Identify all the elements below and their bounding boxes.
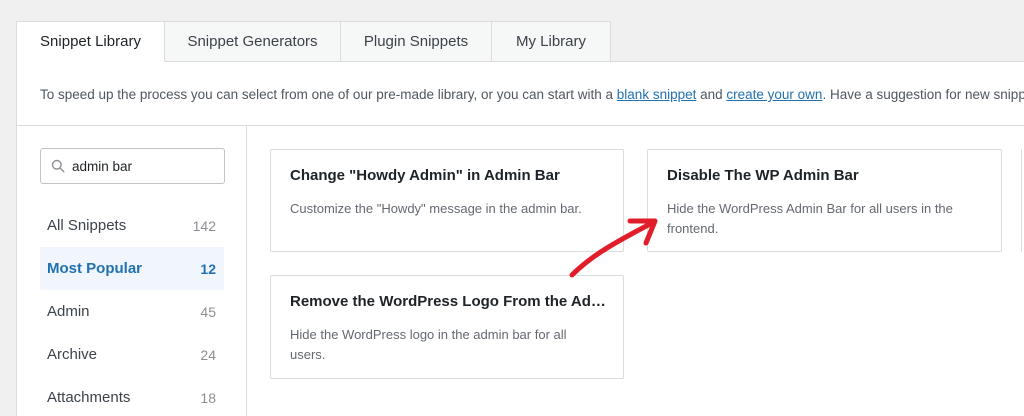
snippet-card-title: Remove the WordPress Logo From the Admin… — [290, 293, 608, 310]
snippet-card-change-howdy[interactable]: Change "Howdy Admin" in Admin Bar Custom… — [270, 149, 624, 252]
header-divider — [17, 125, 1024, 126]
category-all-snippets[interactable]: All Snippets 142 — [40, 204, 224, 247]
snippet-card-description: Customize the "Howdy" message in the adm… — [290, 201, 582, 216]
tab-plugin-snippets[interactable]: Plugin Snippets — [341, 21, 492, 62]
intro-text: To speed up the process you can select f… — [40, 87, 1024, 102]
category-attachments[interactable]: Attachments 18 — [40, 376, 224, 416]
intro-text-and: and — [696, 87, 727, 102]
category-count: 45 — [200, 303, 216, 320]
blank-snippet-link[interactable]: blank snippet — [617, 87, 697, 102]
tab-my-library[interactable]: My Library — [492, 21, 611, 62]
category-count: 142 — [192, 217, 216, 234]
category-most-popular[interactable]: Most Popular 12 — [40, 247, 224, 290]
category-admin[interactable]: Admin 45 — [40, 290, 224, 333]
category-count: 24 — [200, 346, 216, 363]
category-count: 12 — [200, 260, 216, 277]
snippet-card-disable-admin-bar[interactable]: Disable The WP Admin Bar Hide the WordPr… — [647, 149, 1002, 252]
category-label: Archive — [47, 346, 98, 363]
search-icon — [51, 159, 65, 173]
snippet-card-remove-wp-logo[interactable]: Remove the WordPress Logo From the Admin… — [270, 275, 624, 379]
search-input[interactable] — [72, 158, 212, 174]
snippet-card-description: Hide the WordPress Admin Bar for all use… — [667, 201, 953, 236]
tab-bar: Snippet Library Snippet Generators Plugi… — [16, 21, 611, 62]
category-label: Admin — [47, 303, 90, 320]
tab-snippet-generators[interactable]: Snippet Generators — [165, 21, 341, 62]
category-label: All Snippets — [47, 217, 127, 234]
category-archive[interactable]: Archive 24 — [40, 333, 224, 376]
tab-snippet-library[interactable]: Snippet Library — [16, 21, 165, 62]
snippet-card-title: Change "Howdy Admin" in Admin Bar — [290, 167, 560, 184]
search-box[interactable] — [40, 148, 225, 184]
snippet-card-title: Disable The WP Admin Bar — [667, 167, 859, 184]
snippet-card-description: Hide the WordPress logo in the admin bar… — [290, 327, 567, 362]
category-count: 18 — [200, 389, 216, 406]
category-label: Attachments — [47, 389, 131, 406]
create-your-own-link[interactable]: create your own — [726, 87, 822, 102]
intro-text-after: . Have a suggestion for new snippet? — [822, 87, 1024, 102]
category-list: All Snippets 142 Most Popular 12 Admin 4… — [40, 204, 224, 416]
sidebar-divider — [246, 126, 247, 416]
category-label: Most Popular — [47, 260, 143, 277]
intro-text-before: To speed up the process you can select f… — [40, 87, 617, 102]
